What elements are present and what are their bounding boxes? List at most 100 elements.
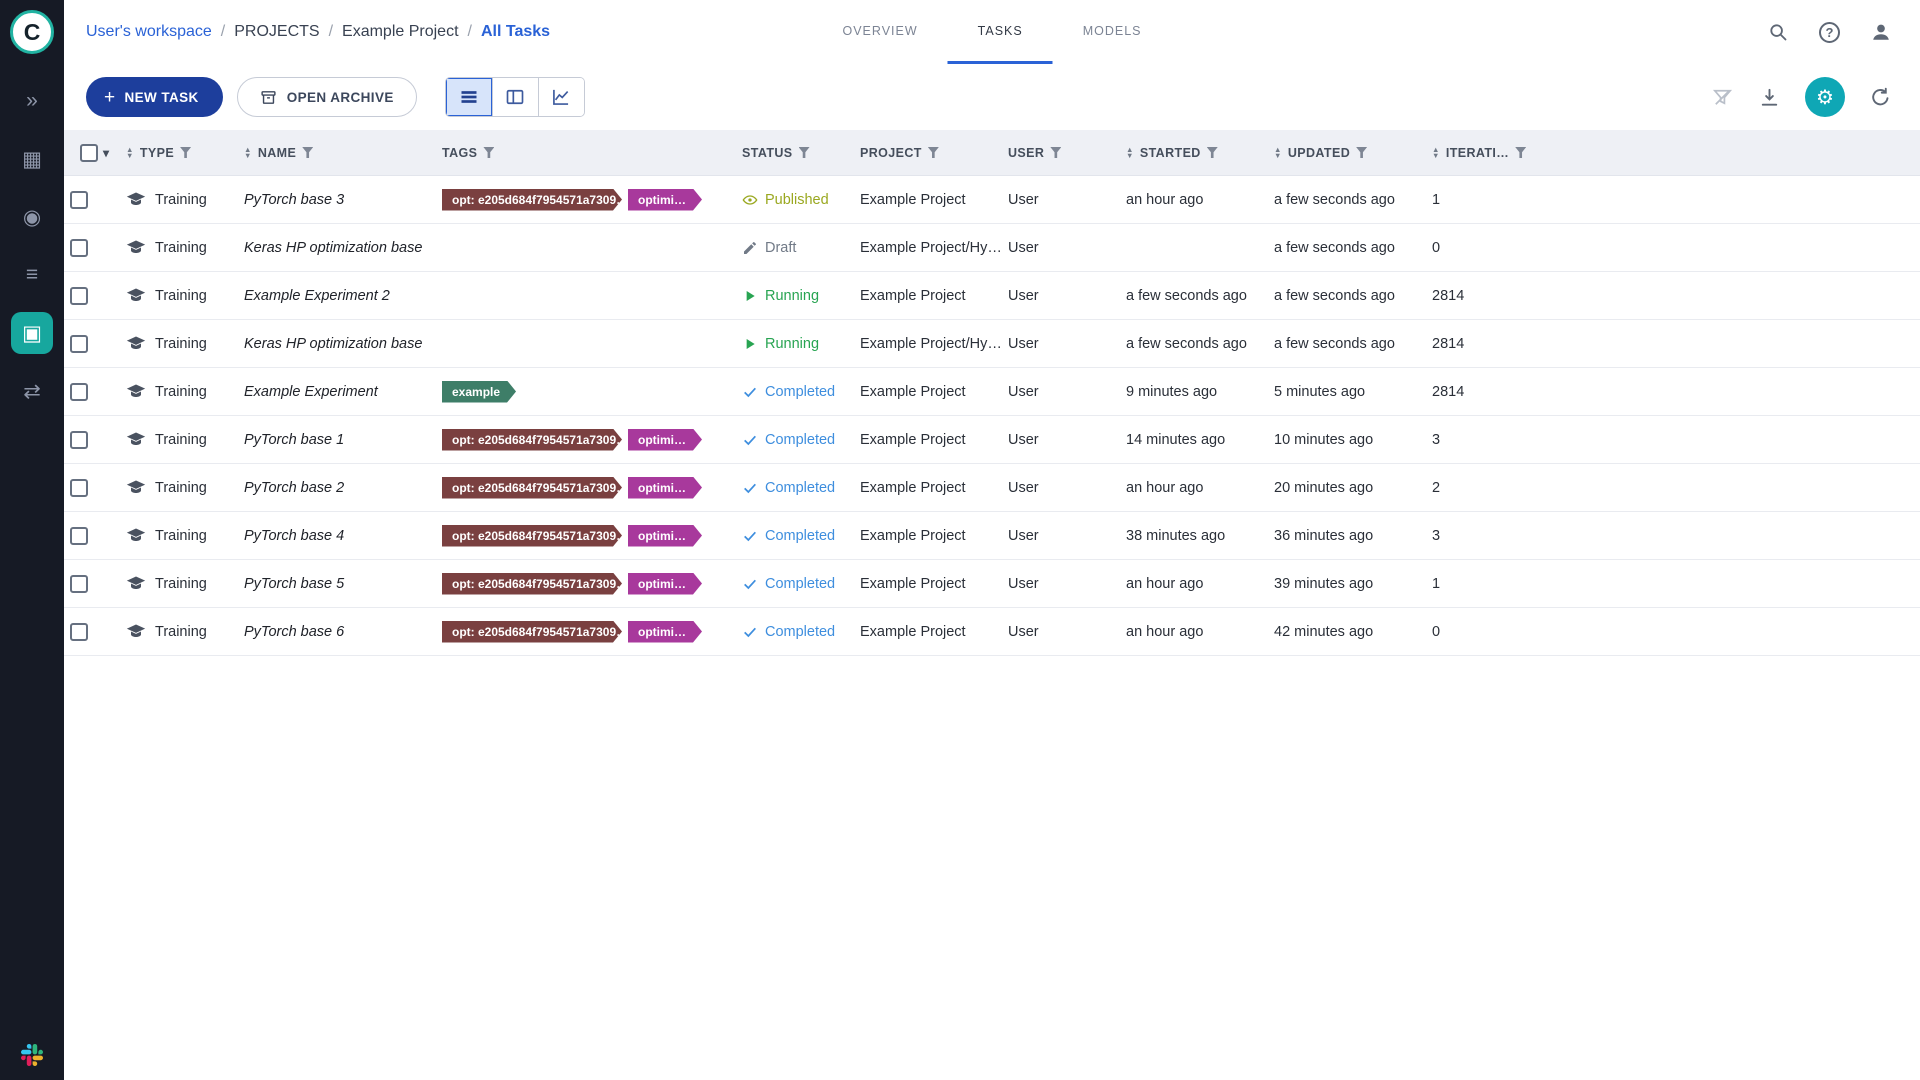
sidebar-item-datasets[interactable]: ≡ [11, 254, 53, 296]
sort-icon[interactable]: ▲ ▼ [244, 146, 252, 159]
table-row[interactable]: Training Example Experiment example Comp… [64, 368, 1920, 416]
column-header-started[interactable]: ▲ ▼ STARTED [1120, 146, 1268, 160]
help-icon[interactable]: ? [1819, 21, 1840, 43]
row-checkbox[interactable] [70, 334, 88, 353]
tab-overview[interactable]: OVERVIEW [812, 0, 947, 64]
auto-refresh-icon[interactable] [1869, 86, 1892, 109]
tag-chip[interactable]: opt: e205d684f7954571a7309… [442, 429, 622, 451]
tab-models[interactable]: MODELS [1053, 0, 1172, 64]
task-name-link[interactable]: Example Experiment 2 [244, 288, 390, 304]
row-checkbox[interactable] [70, 286, 88, 305]
filter-icon[interactable] [1050, 147, 1062, 158]
tag-chip[interactable]: optimi… [628, 621, 702, 643]
filter-icon[interactable] [302, 147, 314, 158]
row-checkbox[interactable] [70, 382, 88, 401]
task-name-link[interactable]: PyTorch base 1 [244, 432, 344, 448]
tag-chip[interactable]: optimi… [628, 189, 702, 211]
task-project-cell: Example Project/Hy… [860, 335, 1002, 352]
table-row[interactable]: Training PyTorch base 2 opt: e205d684f79… [64, 464, 1920, 512]
split-view-button[interactable] [491, 78, 538, 116]
table-row[interactable]: Training PyTorch base 3 opt: e205d684f79… [64, 176, 1920, 224]
row-checkbox[interactable] [70, 238, 88, 257]
filter-icon[interactable] [1206, 147, 1218, 158]
filter-icon[interactable] [483, 147, 495, 158]
tag-chip[interactable]: opt: e205d684f7954571a7309… [442, 621, 622, 643]
sidebar-item-workers-queues[interactable]: ⇄ [11, 370, 53, 412]
filter-icon[interactable] [798, 147, 810, 158]
column-header-type[interactable]: ▲ ▼ TYPE [120, 146, 238, 160]
slack-icon[interactable] [21, 1044, 43, 1066]
column-header-updated[interactable]: ▲ ▼ UPDATED [1268, 146, 1426, 160]
filter-icon[interactable] [927, 147, 939, 158]
task-name-cell: PyTorch base 1 [238, 432, 436, 448]
table-row[interactable]: Training Keras HP optimization base Draf… [64, 224, 1920, 272]
row-select-cell [64, 430, 120, 449]
download-icon[interactable] [1758, 86, 1781, 109]
sort-icon[interactable]: ▲ ▼ [1432, 146, 1440, 159]
table-row[interactable]: Training PyTorch base 4 opt: e205d684f79… [64, 512, 1920, 560]
tag-chip[interactable]: opt: e205d684f7954571a7309… [442, 525, 622, 547]
task-name-link[interactable]: PyTorch base 6 [244, 624, 344, 640]
chart-view-button[interactable] [537, 78, 584, 116]
table-row[interactable]: Training PyTorch base 1 opt: e205d684f79… [64, 416, 1920, 464]
row-checkbox[interactable] [70, 430, 88, 449]
tab-tasks[interactable]: TASKS [947, 0, 1053, 64]
select-all-checkbox[interactable] [80, 143, 98, 162]
table-row[interactable]: Training Keras HP optimization base Runn… [64, 320, 1920, 368]
task-name-link[interactable]: Example Experiment [244, 384, 378, 400]
task-name-link[interactable]: Keras HP optimization base [244, 240, 422, 256]
task-name-link[interactable]: PyTorch base 4 [244, 528, 344, 544]
tag-chip[interactable]: opt: e205d684f7954571a7309… [442, 477, 622, 499]
table-view-button[interactable] [445, 78, 492, 116]
filter-icon[interactable] [1356, 147, 1368, 158]
task-name-link[interactable]: Keras HP optimization base [244, 336, 422, 352]
clear-filters-icon[interactable] [1711, 86, 1734, 109]
row-checkbox[interactable] [70, 574, 88, 593]
tag-chip[interactable]: optimi… [628, 573, 702, 595]
column-header-name[interactable]: ▲ ▼ NAME [238, 146, 436, 160]
open-archive-button[interactable]: OPEN ARCHIVE [236, 77, 417, 117]
column-header-project[interactable]: PROJECT [854, 146, 1002, 160]
task-name-link[interactable]: PyTorch base 3 [244, 192, 344, 208]
row-checkbox[interactable] [70, 190, 88, 209]
clearml-logo[interactable]: C [10, 10, 54, 54]
search-icon[interactable] [1767, 21, 1789, 43]
row-checkbox[interactable] [70, 526, 88, 545]
breadcrumb-example-project[interactable]: Example Project [342, 23, 459, 41]
filter-icon[interactable] [180, 147, 192, 158]
table-row[interactable]: Training Example Experiment 2 Running Ex… [64, 272, 1920, 320]
filter-icon[interactable] [1515, 147, 1527, 158]
user-avatar[interactable] [1870, 21, 1892, 43]
breadcrumb-projects[interactable]: PROJECTS [234, 23, 319, 41]
sidebar-expand-icon[interactable]: » [11, 80, 53, 122]
tag-chip[interactable]: opt: e205d684f7954571a7309… [442, 189, 622, 211]
breadcrumb-workspace[interactable]: User's workspace [86, 23, 212, 41]
column-header-tags[interactable]: TAGS [436, 146, 736, 160]
row-checkbox[interactable] [70, 622, 88, 641]
tag-chip[interactable]: optimi… [628, 429, 702, 451]
breadcrumb-all-tasks[interactable]: All Tasks [481, 23, 550, 41]
column-settings-button[interactable]: ⚙ [1805, 77, 1845, 117]
row-checkbox[interactable] [70, 478, 88, 497]
tag-chip[interactable]: example [442, 381, 516, 403]
tag-chip[interactable]: opt: e205d684f7954571a7309… [442, 573, 622, 595]
column-header-user[interactable]: USER [1002, 146, 1120, 160]
new-task-button[interactable]: + NEW TASK [86, 77, 223, 117]
task-name-cell: PyTorch base 6 [238, 624, 436, 640]
tag-chip[interactable]: optimi… [628, 525, 702, 547]
table-row[interactable]: Training PyTorch base 5 opt: e205d684f79… [64, 560, 1920, 608]
selection-dropdown-caret[interactable]: ▾ [103, 146, 109, 160]
sidebar-item-pipelines[interactable]: ▣ [11, 312, 53, 354]
table-row[interactable]: Training PyTorch base 6 opt: e205d684f79… [64, 608, 1920, 656]
sort-icon[interactable]: ▲ ▼ [1126, 146, 1134, 159]
column-header-iterations[interactable]: ▲ ▼ ITERATI… [1426, 146, 1536, 160]
task-name-link[interactable]: PyTorch base 2 [244, 480, 344, 496]
status-badge: Completed [742, 432, 854, 448]
column-header-status[interactable]: STATUS [736, 146, 854, 160]
tag-chip[interactable]: optimi… [628, 477, 702, 499]
sidebar-item-projects[interactable]: ◉ [11, 196, 53, 238]
sort-icon[interactable]: ▲ ▼ [1274, 146, 1282, 159]
sort-icon[interactable]: ▲ ▼ [126, 146, 134, 159]
task-name-link[interactable]: PyTorch base 5 [244, 576, 344, 592]
sidebar-item-dashboard[interactable]: ▦ [11, 138, 53, 180]
